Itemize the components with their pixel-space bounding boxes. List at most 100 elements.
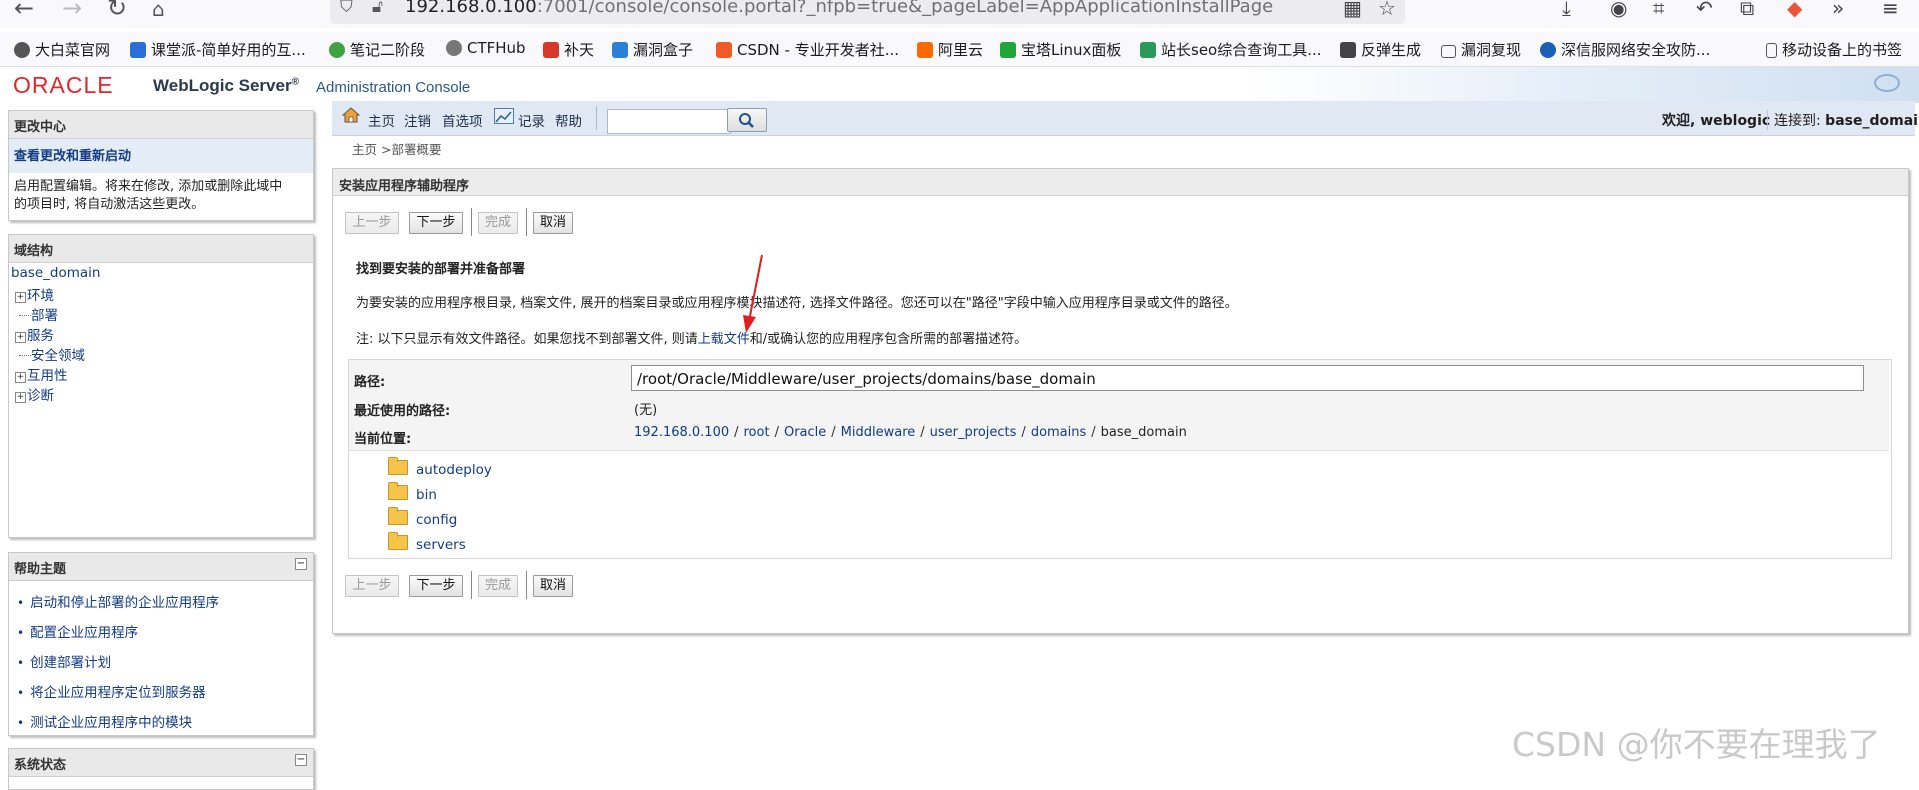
reload-icon[interactable]: ↻ [107,0,127,22]
bookmark-star-icon[interactable]: ☆ [1378,0,1396,20]
qr-code-icon[interactable]: ▦ [1343,0,1362,20]
download-icon[interactable]: ⤓ [1562,0,1571,20]
button-separator [526,208,527,236]
record-link[interactable]: 记录 [518,110,545,130]
ketangpai-icon [130,42,146,58]
current-location-crumbs: 192.168.0.100/root / Oracle / Middleware / use… [634,425,1187,440]
csdn-icon [716,42,732,58]
tree-root-base-domain[interactable]: base_domain [11,265,101,281]
url-text[interactable]: 192.168.0.100:7001/console/console.porta… [405,0,1273,17]
record-icon[interactable] [494,108,514,124]
location-crumb[interactable]: user_projects [930,425,1017,440]
addon-icon[interactable]: ◆ [1787,0,1802,20]
csdn-watermark: CSDN @你不要在理我了 [1512,725,1881,764]
bookmark-item[interactable]: 宝塔Linux面板 [1000,39,1121,60]
welcome-text: 欢迎, weblogic [1662,113,1771,129]
undo-icon[interactable]: ↶ [1696,0,1713,20]
bookmark-item[interactable]: CTFHub [446,39,526,57]
directory-item[interactable]: bin [388,482,437,503]
tree-node-environment[interactable]: + 环境 [15,284,54,304]
view-changes-link[interactable]: 查看更改和重新启动 [14,149,131,164]
back-button[interactable]: 上一步 [345,212,399,234]
change-center-title: 更改中心 [9,111,313,139]
menu-icon[interactable]: ≡ [1882,0,1899,20]
help-topic-link[interactable]: 测试企业应用程序中的模块 [17,711,313,731]
bookmark-item[interactable]: 笔记二阶段 [329,39,425,60]
folder-icon [1441,45,1456,58]
expand-icon[interactable]: + [15,292,26,303]
crop-icon[interactable]: ⌗ [1653,0,1664,20]
expand-icon[interactable]: + [15,392,26,403]
help-topic-link[interactable]: 配置企业应用程序 [17,621,313,641]
more-tools-icon[interactable]: » [1832,0,1844,20]
cancel-button[interactable]: 取消 [533,575,573,597]
bookmark-item[interactable]: 课堂派-简单好用的互... [130,39,306,60]
finish-button[interactable]: 完成 [478,212,518,234]
expand-icon[interactable]: + [15,332,26,343]
domain-structure-panel: 域结构 base_domain + 环境 部署 + 服务 安全领域 + 互用性 + 诊断 [8,234,314,538]
console-name: Administration Console [316,79,471,96]
bookmark-item[interactable]: 深信服网络安全攻防... [1540,39,1710,60]
search-button[interactable] [727,108,767,132]
bookmark-item[interactable]: 反弹生成 [1340,39,1421,60]
folder-icon [388,482,408,500]
system-status-title: 系统状态 − [9,749,313,777]
bookmark-item[interactable]: 大白菜官网 [14,39,110,60]
path-input[interactable]: /root/Oracle/Middleware/user_projects/do… [631,365,1864,391]
logout-link[interactable]: 注销 [404,110,431,130]
help-topic-link[interactable]: 启动和停止部署的企业应用程序 [17,591,313,611]
change-center-panel: 更改中心 查看更改和重新启动 启用配置编辑。将来在修改, 添加或删除此域中 的项… [8,110,314,221]
directory-item[interactable]: autodeploy [388,457,492,478]
home-page-icon[interactable]: ⌂ [152,0,165,21]
next-button[interactable]: 下一步 [409,212,463,234]
tree-node-deployments[interactable]: 部署 [15,304,58,324]
help-link[interactable]: 帮助 [555,110,582,130]
tree-node-diagnostics[interactable]: + 诊断 [15,384,54,404]
bookmark-item[interactable]: 阿里云 [917,39,983,60]
collapse-icon[interactable]: − [295,558,307,570]
expand-icon[interactable]: + [15,372,26,383]
collapse-icon[interactable]: − [295,754,307,766]
tree-node-interoperability[interactable]: + 互用性 [15,364,68,384]
tree-node-security-realms[interactable]: 安全领域 [15,344,85,364]
account-icon[interactable]: ◉ [1610,0,1627,20]
bookmarks-bar: 大白菜官网 课堂派-简单好用的互... 笔记二阶段 CTFHub 补天 漏洞盒子… [0,32,1919,67]
back-button[interactable]: 上一步 [345,575,399,597]
directory-item[interactable]: servers [388,532,466,553]
connected-to: 连接到: base_domain [1767,110,1919,130]
home-icon[interactable] [342,107,360,123]
location-crumb[interactable]: root [744,425,770,440]
finish-button[interactable]: 完成 [478,575,518,597]
breadcrumb[interactable]: 主页 >部署概要 [352,139,441,158]
location-crumb[interactable]: domains [1031,425,1086,440]
loudong-icon [612,42,628,58]
bookmark-item[interactable]: 补天 [543,39,594,60]
shield-icon[interactable]: ⛉ [340,0,353,17]
help-topic-link[interactable]: 将企业应用程序定位到服务器 [17,681,313,701]
bookmark-item[interactable]: 移动设备上的书签 [1766,39,1902,60]
location-crumb[interactable]: Middleware [841,425,916,440]
preferences-link[interactable]: 首选项 [442,110,483,130]
forward-icon[interactable]: → [62,0,82,22]
directory-item[interactable]: config [388,507,457,528]
location-crumb[interactable]: 192.168.0.100 [634,425,729,440]
wizard-title: 安装应用程序辅助程序 [339,179,470,194]
tree-node-services[interactable]: + 服务 [15,324,54,344]
help-topic-link[interactable]: 创建部署计划 [17,651,313,671]
back-icon[interactable]: ← [14,0,34,22]
home-link[interactable]: 主页 [368,110,395,130]
extensions-icon[interactable]: ⧉ [1740,0,1754,20]
globe-icon [14,42,30,58]
path-label: 路径: [354,375,386,390]
product-name: WebLogic Server® [153,76,299,95]
search-input[interactable] [607,109,731,134]
next-button[interactable]: 下一步 [409,575,463,597]
location-current: base_domain [1100,425,1187,440]
bookmark-item[interactable]: 站长seo综合查询工具... [1140,39,1322,60]
bookmark-item[interactable]: 漏洞盒子 [612,39,693,60]
bookmark-item[interactable]: 漏洞复现 [1441,39,1521,60]
cancel-button[interactable]: 取消 [533,212,573,234]
location-crumb[interactable]: Oracle [784,425,826,440]
bookmark-item[interactable]: CSDN - 专业开发者社... [716,39,899,60]
insecure-lock-icon[interactable]: 🔓︎ [372,0,383,17]
